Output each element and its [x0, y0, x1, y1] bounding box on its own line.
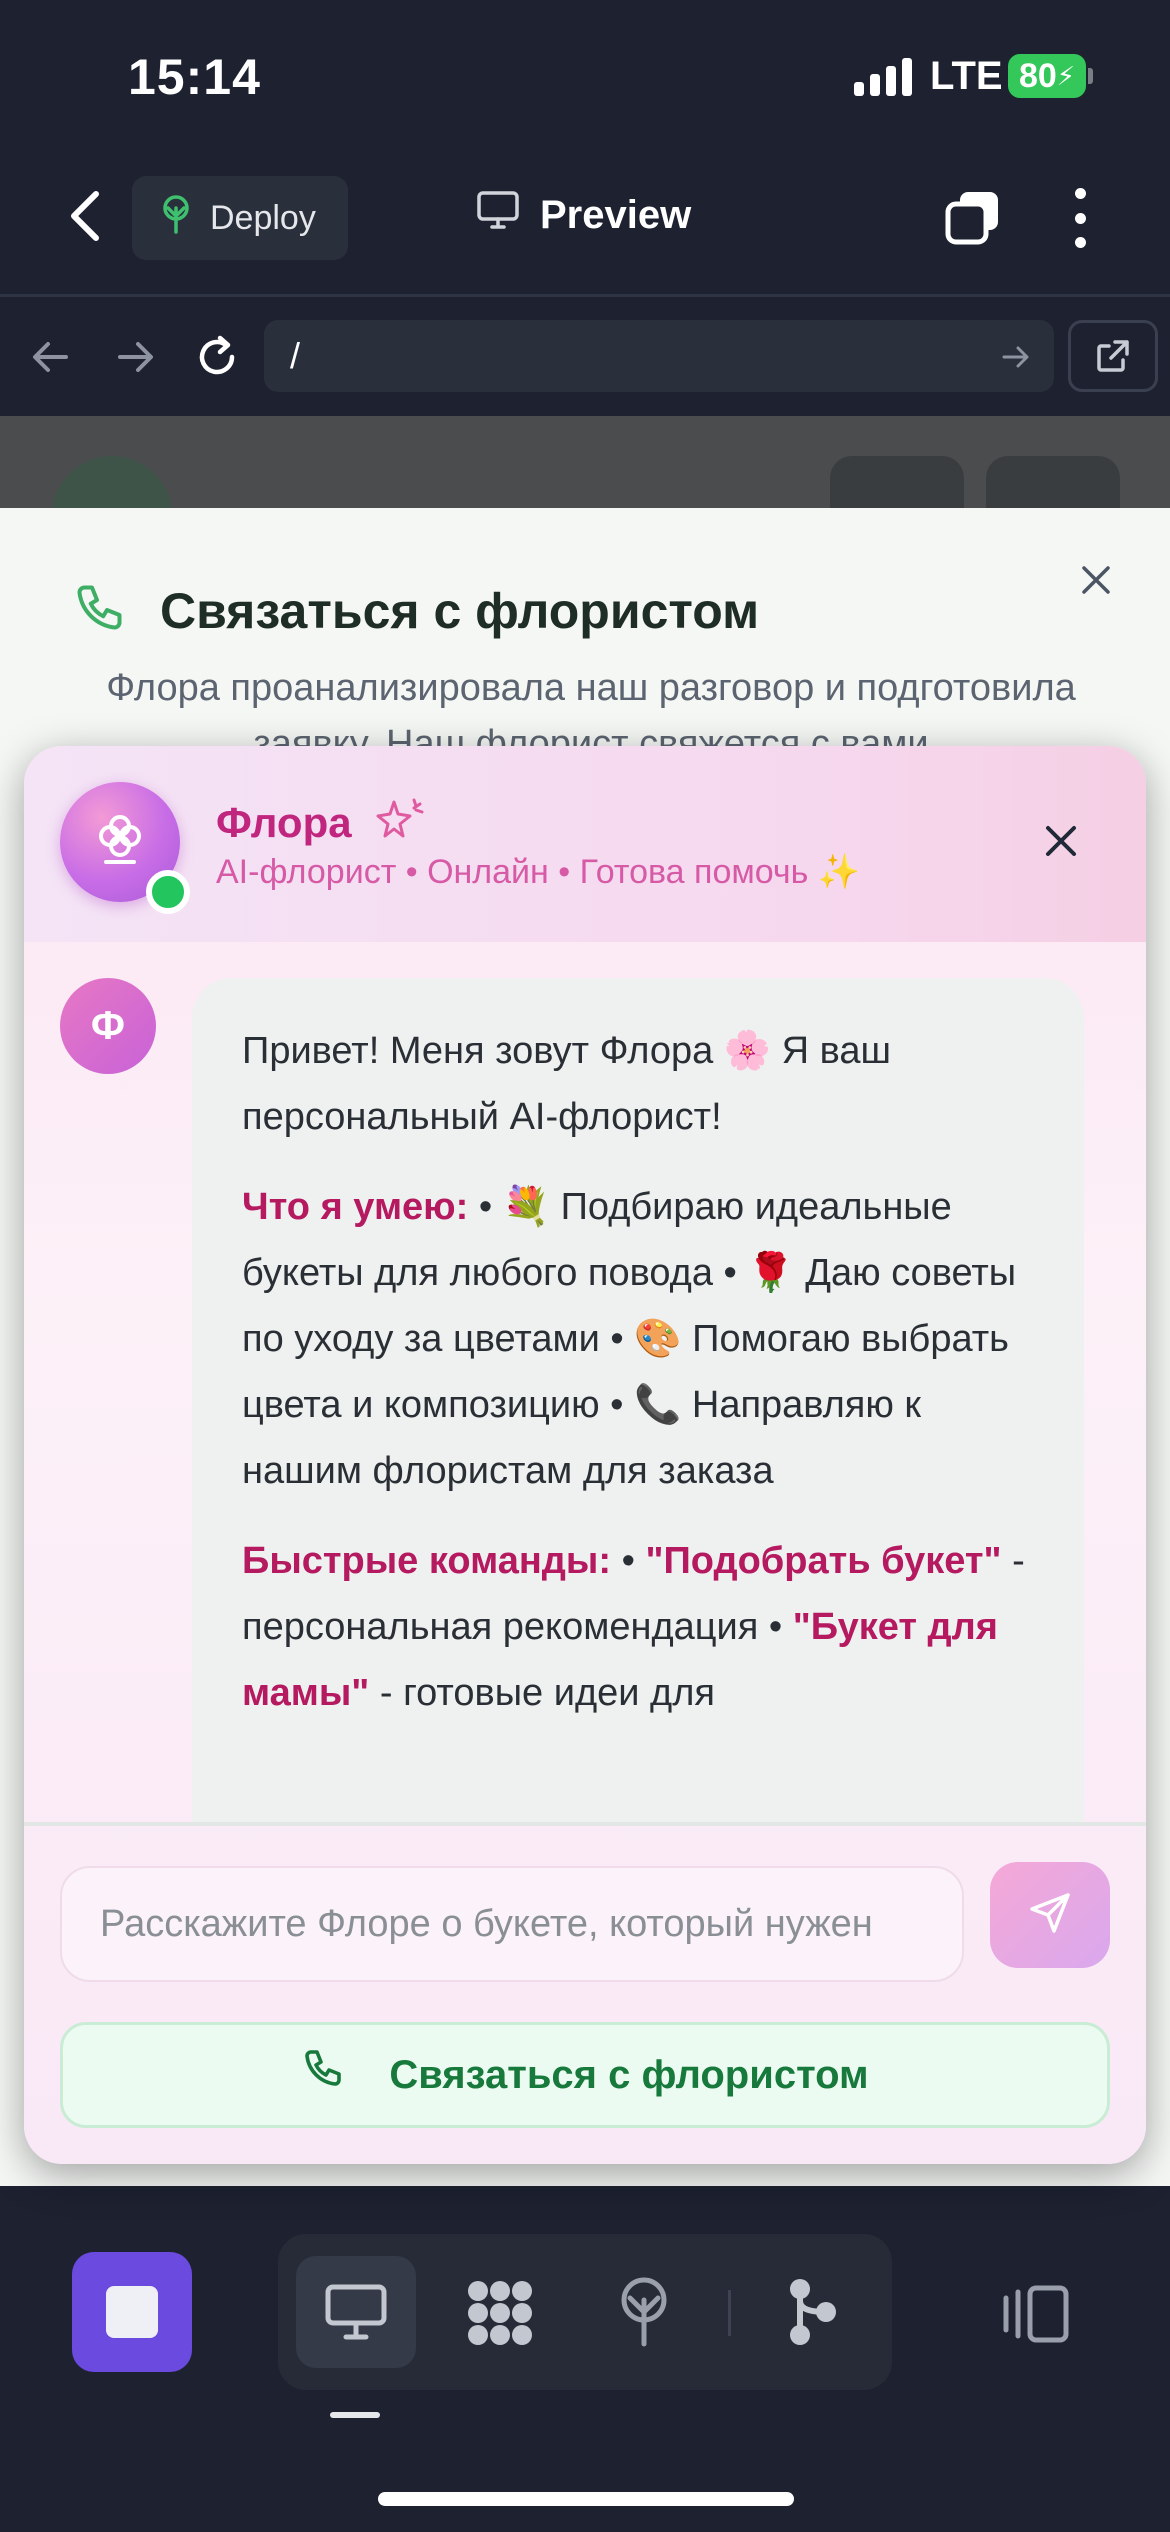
bot-message: Привет! Меня зовут Флора 🌸 Я ваш персона…	[192, 978, 1084, 1822]
more-icon[interactable]	[1070, 188, 1090, 248]
chat-header: Флора AI-флорист • Онлайн • Готова помоч…	[24, 746, 1146, 942]
sheet-title: Связаться с флористом	[160, 583, 760, 639]
tabs-icon[interactable]	[944, 188, 1002, 246]
branch-view-button[interactable]	[752, 2256, 872, 2368]
reload-icon[interactable]	[190, 330, 244, 384]
phone-icon	[301, 2046, 349, 2104]
contact-florist-button[interactable]: Связаться с флористом	[60, 2022, 1110, 2128]
command-1[interactable]: "Подобрать букет"	[645, 1540, 1001, 1582]
phone-icon	[72, 580, 132, 640]
panel-icon[interactable]	[1000, 2282, 1072, 2346]
message-avatar: Ф	[60, 978, 156, 1074]
network-label: LTE	[930, 54, 1003, 98]
signal-icon	[854, 58, 912, 96]
bot-subtitle: AI-флорист • Онлайн • Готова помочь ✨	[216, 853, 861, 891]
commands-sep: •	[611, 1540, 646, 1582]
commands-heading: Быстрые команды:	[242, 1540, 612, 1582]
close-icon[interactable]	[1076, 560, 1116, 600]
switcher-divider	[728, 2290, 731, 2336]
skills-heading: Что я умею:	[242, 1186, 469, 1228]
apps-view-button[interactable]	[440, 2256, 560, 2368]
deploy-view-button[interactable]	[584, 2256, 704, 2368]
apps-icon	[468, 2281, 532, 2345]
home-indicator	[378, 2492, 794, 2506]
bot-name-label: Флора	[216, 799, 352, 846]
url-input[interactable]: /	[264, 320, 1054, 392]
deploy-button[interactable]: Deploy	[132, 176, 348, 260]
message-skills: Что я умею: • 💐 Подбираю идеальные букет…	[242, 1174, 1034, 1504]
chat-widget: Флора AI-флорист • Онлайн • Готова помоч…	[24, 746, 1146, 2164]
divider	[0, 294, 1170, 297]
chat-input-placeholder: Расскажите Флоре о букете, который нужен	[100, 1902, 873, 1945]
monitor-icon	[325, 2284, 387, 2340]
sparkle-icon	[370, 796, 424, 850]
message-greeting: Привет! Меня зовут Флора 🌸 Я ваш персона…	[242, 1030, 892, 1138]
preview-view-button[interactable]	[296, 2256, 416, 2368]
chat-input[interactable]: Расскажите Флоре о букете, который нужен	[60, 1866, 964, 1982]
status-bar: 15:14 LTE 80 ⚡	[0, 0, 1170, 150]
arrow-left-icon[interactable]	[24, 330, 78, 384]
monitor-icon	[476, 190, 520, 240]
chat-divider	[24, 1822, 1146, 1826]
sprout-icon	[158, 194, 194, 243]
branch-icon	[790, 2279, 836, 2345]
message-commands: Быстрые команды: • "Подобрать букет" - п…	[242, 1528, 1034, 1726]
online-indicator	[146, 870, 190, 914]
send-button[interactable]	[990, 1862, 1110, 1968]
stop-icon	[106, 2286, 158, 2338]
view-switcher	[278, 2234, 892, 2390]
chat-messages[interactable]: Ф Привет! Меня зовут Флора 🌸 Я ваш персо…	[24, 942, 1146, 1822]
url-text: /	[290, 335, 301, 376]
active-indicator	[330, 2412, 380, 2418]
battery-cap	[1088, 68, 1093, 84]
command-2-desc: - готовые идеи для	[369, 1672, 715, 1714]
skills-text: • 💐 Подбираю идеальные букеты для любого…	[242, 1186, 1017, 1492]
close-icon[interactable]	[1042, 822, 1080, 860]
external-link-icon[interactable]	[1068, 320, 1158, 392]
contact-button-label: Связаться с флористом	[389, 2052, 869, 2097]
battery-icon: 80 ⚡	[1008, 54, 1086, 98]
status-time: 15:14	[128, 49, 261, 105]
deploy-label: Deploy	[210, 198, 316, 237]
preview-label: Preview	[540, 192, 692, 237]
go-icon[interactable]	[1000, 340, 1032, 372]
arrow-right-icon[interactable]	[108, 330, 162, 384]
flower-icon	[92, 812, 148, 873]
deploy-icon	[621, 2277, 667, 2347]
preview-title[interactable]: Preview	[476, 190, 691, 240]
back-icon[interactable]	[62, 186, 110, 246]
battery-level: 80	[1018, 56, 1057, 95]
stop-button[interactable]	[72, 2252, 192, 2372]
send-icon	[1026, 1889, 1074, 1942]
bot-name: Флора	[216, 796, 424, 850]
